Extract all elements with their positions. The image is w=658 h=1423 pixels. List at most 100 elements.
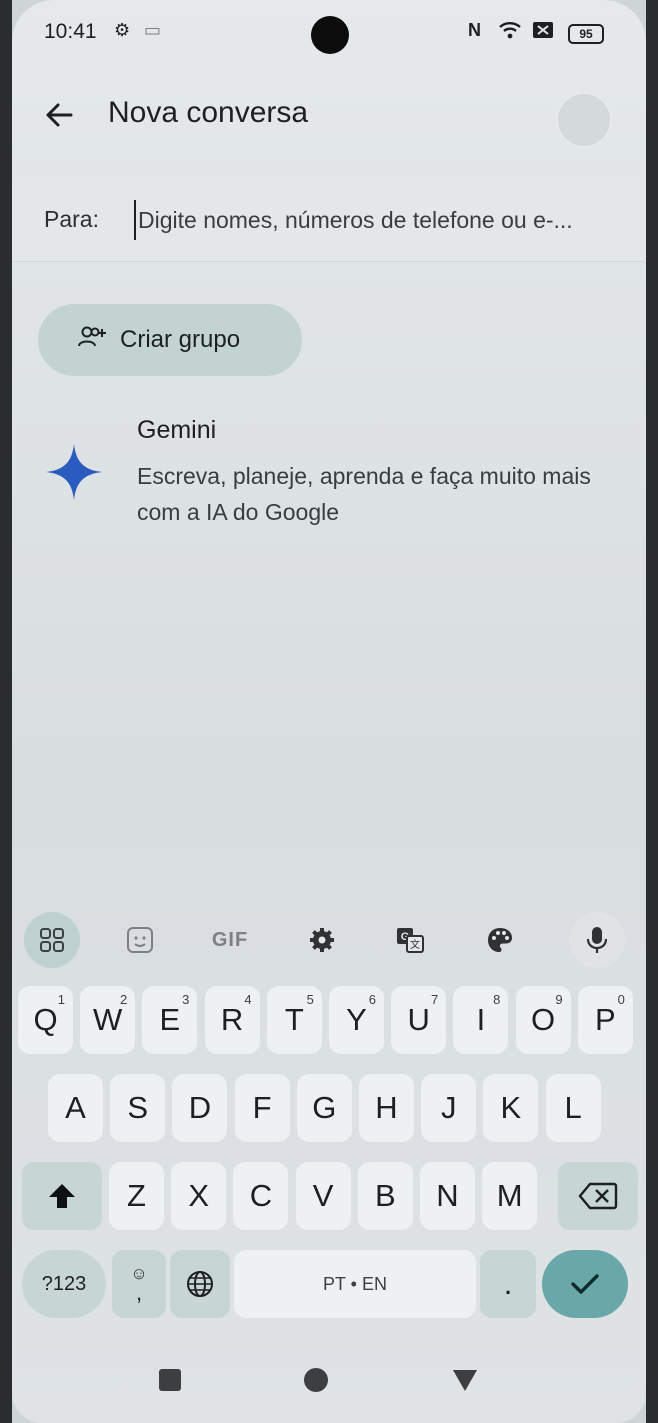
account-avatar[interactable] (556, 92, 612, 148)
key-f[interactable]: F (234, 1074, 290, 1142)
key-u[interactable]: U7 (391, 986, 447, 1054)
key-h[interactable]: H (359, 1074, 414, 1142)
recipient-input[interactable] (134, 200, 624, 240)
keyboard-settings-gear-icon[interactable] (294, 912, 350, 968)
emoji-comma-key[interactable]: ☺ , (112, 1250, 166, 1318)
key-label: Q (33, 1002, 58, 1037)
bezel-right (646, 0, 658, 1423)
backspace-icon (578, 1182, 618, 1210)
key-n[interactable]: N (420, 1162, 475, 1230)
key-label: W (93, 1002, 123, 1037)
key-g[interactable]: G (296, 1074, 352, 1142)
keyboard: Q1W2E3R4T5Y6U7I8O9P0 ASDFGHJKL ZXCVBNM ?… (12, 984, 646, 1330)
key-p[interactable]: P0 (577, 986, 633, 1054)
gemini-suggestion[interactable]: Gemini Escreva, planeje, aprenda e faça … (42, 404, 632, 534)
key-v[interactable]: V (295, 1162, 351, 1230)
key-number-hint: 5 (306, 992, 314, 1007)
recipient-label: Para: (44, 206, 99, 232)
space-bar[interactable]: PT • EN (234, 1250, 476, 1318)
bezel-left (0, 0, 12, 1423)
globe-icon (187, 1271, 213, 1297)
nfc-icon: N (468, 20, 481, 40)
back-triangle-icon (453, 1370, 477, 1391)
key-label: E (159, 1002, 181, 1037)
key-t[interactable]: T5 (266, 986, 322, 1054)
theme-palette-icon[interactable] (472, 912, 528, 968)
key-label: U (407, 1002, 430, 1037)
front-camera (311, 16, 349, 54)
key-c[interactable]: C (233, 1162, 289, 1230)
status-bar: 10:41 ⚙ ▭ N 95 (12, 0, 646, 62)
gemini-title: Gemini (137, 416, 217, 444)
battery-icon: 95 (568, 24, 604, 44)
key-q[interactable]: Q1 (18, 986, 73, 1054)
key-number-hint: 4 (244, 992, 252, 1007)
wifi-icon (498, 20, 522, 45)
settings-status-icon: ⚙ (114, 20, 131, 40)
gemini-description: Escreva, planeje, aprenda e faça muito m… (137, 463, 591, 525)
system-nav-bar (12, 1340, 646, 1423)
page-title: Nova conversa (108, 96, 309, 129)
sticker-icon[interactable] (112, 912, 168, 968)
key-label: P (594, 1002, 616, 1037)
apps-grid-icon[interactable] (24, 912, 80, 968)
create-group-button[interactable]: Criar grupo (38, 304, 302, 376)
key-a[interactable]: A (48, 1074, 103, 1142)
key-s[interactable]: S (110, 1074, 166, 1142)
key-number-hint: 3 (182, 992, 190, 1007)
key-x[interactable]: X (171, 1162, 227, 1230)
key-k[interactable]: K (483, 1074, 539, 1142)
language-globe-key[interactable] (170, 1250, 230, 1318)
backspace-key[interactable] (558, 1162, 638, 1230)
key-label: T (284, 1002, 304, 1037)
screen: 10:41 ⚙ ▭ N 95 Nova conversa Para: Digit… (12, 0, 646, 1423)
key-z[interactable]: Z (109, 1162, 164, 1230)
key-number-hint: 9 (555, 992, 563, 1007)
comma-label: , (135, 1280, 143, 1305)
key-label: R (220, 1002, 244, 1037)
key-j[interactable]: J (421, 1074, 477, 1142)
sim-icon (532, 20, 554, 45)
gemini-star-icon (46, 444, 102, 500)
back-button[interactable] (443, 1358, 487, 1402)
translate-icon[interactable]: G文 (382, 912, 438, 968)
key-d[interactable]: D (172, 1074, 228, 1142)
key-l[interactable]: L (545, 1074, 601, 1142)
key-m[interactable]: M (482, 1162, 538, 1230)
shift-key[interactable] (22, 1162, 102, 1230)
gif-label: GIF (211, 928, 249, 951)
shift-arrow-icon (49, 1184, 75, 1208)
home-circle-icon (304, 1368, 328, 1392)
key-y[interactable]: Y6 (329, 986, 384, 1054)
key-w[interactable]: W2 (80, 986, 136, 1054)
key-number-hint: 1 (57, 992, 65, 1007)
key-number-hint: 2 (119, 992, 128, 1007)
key-label: Y (346, 1002, 367, 1037)
keyboard-toolbar: GIF G文 (12, 900, 646, 980)
key-number-hint: 8 (493, 992, 501, 1007)
status-time: 10:41 (44, 20, 97, 43)
recents-button[interactable] (148, 1358, 192, 1402)
key-number-hint: 0 (617, 992, 625, 1007)
symbols-key[interactable]: ?123 (22, 1250, 106, 1318)
key-e[interactable]: E3 (142, 986, 198, 1054)
phone-frame: 10:41 ⚙ ▭ N 95 Nova conversa Para: Digit… (0, 0, 658, 1423)
period-key[interactable]: . (480, 1250, 536, 1318)
checkmark-icon (571, 1274, 599, 1294)
key-b[interactable]: B (357, 1162, 413, 1230)
key-label: I (476, 1002, 486, 1037)
key-o[interactable]: O9 (515, 986, 571, 1054)
back-arrow-icon[interactable] (36, 92, 82, 138)
home-button[interactable] (294, 1358, 338, 1402)
create-group-label: Criar grupo (120, 326, 241, 353)
enter-key[interactable] (542, 1250, 628, 1318)
notification-dot-icon: ▭ (144, 20, 162, 40)
add-group-icon (78, 325, 108, 356)
gif-button[interactable]: GIF (202, 912, 258, 968)
svg-text:文: 文 (410, 938, 420, 951)
key-r[interactable]: R4 (204, 986, 260, 1054)
recents-square-icon (159, 1369, 181, 1391)
key-label: O (531, 1002, 556, 1037)
microphone-icon[interactable] (569, 912, 625, 968)
key-i[interactable]: I8 (453, 986, 509, 1054)
